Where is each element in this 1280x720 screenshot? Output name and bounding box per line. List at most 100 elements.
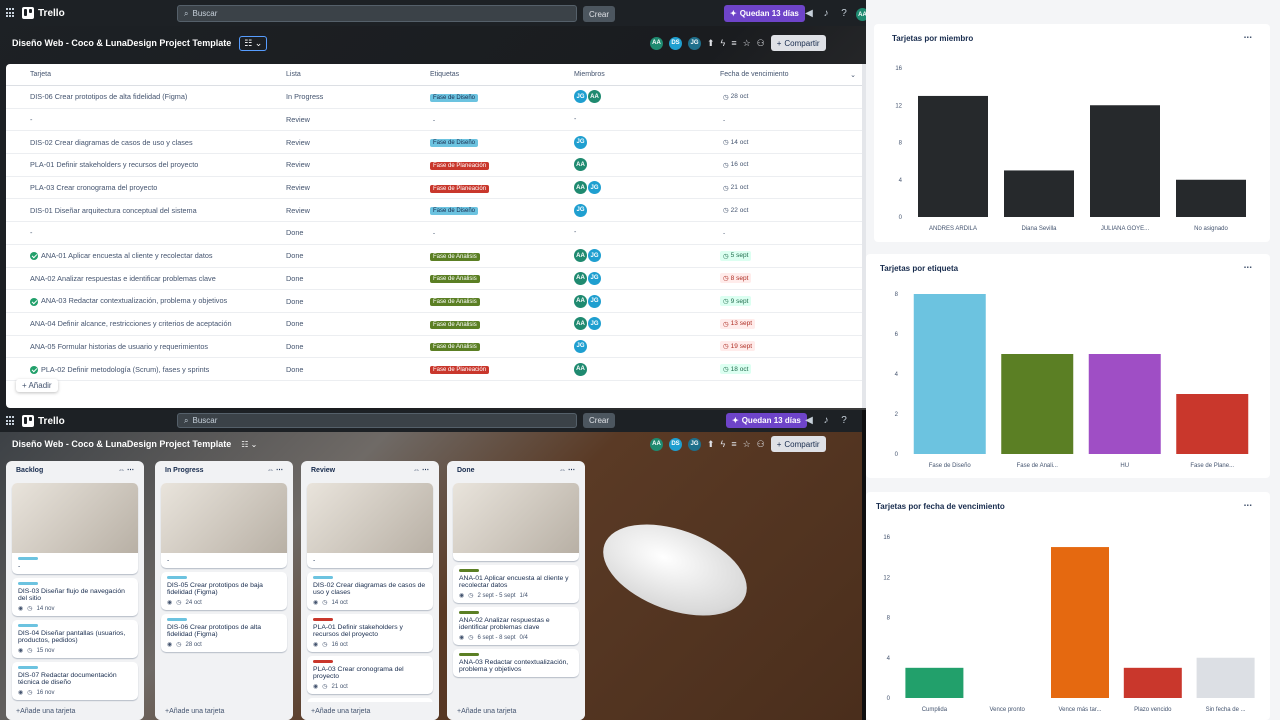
label-badge[interactable]: Fase de Analisis: [430, 343, 480, 352]
list-title[interactable]: Done: [457, 467, 475, 474]
megaphone-icon[interactable]: ◀: [803, 415, 815, 427]
due-date[interactable]: ◷ 19 sept: [720, 341, 755, 352]
member-avatar[interactable]: JG: [688, 437, 701, 451]
list-column[interactable]: In Progress ⇔ ⋯ - DIS-05 Crear prototipos d…: [155, 461, 293, 720]
bell-icon[interactable]: ♪: [820, 415, 832, 427]
chart-bar[interactable]: [918, 95, 988, 217]
member-avatar[interactable]: JG: [588, 181, 601, 195]
due-date[interactable]: 14 nov: [37, 606, 55, 612]
list-menu-icon[interactable]: ⇔ ⋯: [559, 466, 575, 474]
due-date[interactable]: ◷ 28 oct: [720, 92, 751, 102]
label-badge[interactable]: Fase de Planeación: [430, 366, 490, 375]
add-card-button[interactable]: + Añade una tarjeta: [301, 702, 439, 720]
due-date[interactable]: ◷ 16 oct: [720, 160, 751, 170]
due-date[interactable]: 2 sept - 5 sept: [478, 593, 516, 599]
chart-bar[interactable]: [913, 294, 986, 454]
card-name[interactable]: DIS-02 Crear diagramas de casos de uso y…: [30, 138, 193, 147]
share-button[interactable]: + Compartir: [770, 436, 826, 452]
chart-bar[interactable]: [1001, 354, 1074, 454]
list-header[interactable]: In Progress ⇔ ⋯: [155, 461, 293, 479]
col-header[interactable]: Tarjeta: [30, 71, 51, 78]
label-badge[interactable]: Fase de Diseño: [430, 207, 479, 216]
chart-bar[interactable]: [1051, 547, 1109, 698]
add-card-button[interactable]: + Añade una tarjeta: [447, 702, 585, 720]
chart-bar[interactable]: [1176, 394, 1249, 454]
list-title[interactable]: In Progress: [165, 467, 204, 474]
chart-bar[interactable]: [1090, 105, 1160, 217]
help-icon[interactable]: ?: [838, 415, 850, 427]
list-column[interactable]: Done ⇔ ⋯ ANA-01 Aplicar encuesta al client…: [447, 461, 585, 720]
due-date[interactable]: ◷ 14 oct: [720, 137, 751, 147]
label-badge[interactable]: Fase de Diseño: [430, 93, 479, 102]
member-avatar[interactable]: DS: [669, 36, 682, 50]
member-avatar[interactable]: AA: [650, 36, 663, 50]
due-date[interactable]: -: [720, 116, 728, 125]
kanban-card[interactable]: -: [12, 483, 138, 574]
trello-logo[interactable]: Trello: [22, 7, 65, 19]
megaphone-icon[interactable]: ◀: [803, 8, 815, 20]
filter-icon[interactable]: ≡: [731, 38, 736, 48]
due-date[interactable]: 14 oct: [332, 600, 348, 606]
help-icon[interactable]: ?: [838, 8, 850, 20]
kanban-card[interactable]: -: [307, 483, 433, 568]
chart-bar[interactable]: [1123, 667, 1182, 698]
filter-icon[interactable]: ≡: [731, 439, 736, 449]
kanban-card[interactable]: DIS-03 Diseñar flujo de navegación del s…: [12, 578, 138, 616]
kanban-card[interactable]: PLA-01 Definir stakeholders y recursos d…: [307, 614, 433, 652]
add-button[interactable]: + Añadir: [16, 379, 58, 392]
automation-icon[interactable]: ϟ: [721, 38, 726, 48]
member-avatar[interactable]: JG: [574, 339, 587, 353]
col-header[interactable]: Miembros: [574, 71, 605, 78]
label-badge[interactable]: Fase de Diseño: [430, 139, 479, 148]
view-switcher[interactable]: ☷ ⌄: [239, 35, 268, 51]
member-avatar[interactable]: AA: [574, 158, 587, 172]
member-avatar[interactable]: JG: [588, 317, 601, 331]
label-badge[interactable]: Fase de Planeación: [430, 184, 490, 193]
label-badge[interactable]: Fase de Analisis: [430, 298, 480, 307]
trial-badge[interactable]: ✦ Quedan 13 días: [724, 5, 805, 22]
card-name[interactable]: -: [30, 115, 32, 124]
people-icon[interactable]: ⚇: [757, 439, 765, 450]
list-header[interactable]: Review ⇔ ⋯: [301, 461, 439, 479]
board-title[interactable]: Diseño Web - Coco & LunaDesign Project T…: [12, 38, 231, 48]
member-avatar[interactable]: AA: [574, 317, 587, 331]
chart-bar[interactable]: [1196, 657, 1255, 698]
card-name[interactable]: -: [30, 228, 32, 237]
search-input[interactable]: ⌕ Buscar: [177, 413, 577, 428]
chevron-down-icon[interactable]: ⌄: [850, 71, 856, 79]
due-date[interactable]: ◷ 5 sept: [720, 250, 752, 261]
people-icon[interactable]: ⚇: [757, 38, 765, 49]
list-menu-icon[interactable]: ⇔ ⋯: [413, 466, 429, 474]
due-date[interactable]: ◷ 13 sept: [720, 318, 755, 329]
kanban-card[interactable]: DIS-02 Crear diagramas de casos de uso y…: [307, 572, 433, 610]
due-date[interactable]: ◷ 18 oct: [720, 364, 752, 375]
member-avatar[interactable]: AA: [574, 294, 587, 308]
due-date[interactable]: ◷ 22 oct: [720, 205, 751, 215]
due-date[interactable]: 28 oct: [186, 642, 202, 648]
list-menu-icon[interactable]: ⇔ ⋯: [267, 466, 283, 474]
label-badge[interactable]: -: [430, 117, 438, 125]
due-date[interactable]: 15 nov: [37, 648, 55, 654]
label-badge[interactable]: Fase de Planeación: [430, 161, 490, 170]
table-row[interactable]: - Review - - -: [6, 109, 866, 132]
member-avatar[interactable]: AA: [574, 181, 587, 195]
due-date[interactable]: ◷ 8 sept: [720, 273, 752, 284]
list-header[interactable]: Done ⇔ ⋯: [447, 461, 585, 479]
kanban-card[interactable]: DIS-06 Crear prototipos de alta fidelida…: [161, 614, 287, 652]
kanban-card[interactable]: ANA-01 Aplicar encuesta al cliente y rec…: [453, 565, 579, 603]
chart-bar[interactable]: [905, 667, 964, 698]
table-row[interactable]: DIS-06 Crear prototipos de alta fidelida…: [6, 86, 866, 109]
table-row[interactable]: DIS-02 Crear diagramas de casos de uso y…: [6, 131, 866, 155]
member-avatar[interactable]: AA: [574, 362, 587, 376]
power-up-icon[interactable]: ⬆: [707, 38, 715, 49]
label-badge[interactable]: Fase de Analisis: [430, 252, 480, 261]
card-name[interactable]: ANA-02 Analizar respuestas e identificar…: [30, 274, 216, 283]
table-row[interactable]: ANA-03 Redactar contextualización, probl…: [6, 290, 866, 313]
member-avatar[interactable]: JG: [588, 249, 601, 263]
create-button[interactable]: Crear: [583, 6, 616, 22]
member-avatar[interactable]: JG: [574, 203, 587, 217]
due-date[interactable]: ◷ 9 sept: [720, 296, 752, 307]
list-title[interactable]: Review: [311, 467, 335, 474]
member-avatar[interactable]: AA: [574, 271, 587, 285]
table-row[interactable]: ANA-02 Analizar respuestas e identificar…: [6, 268, 866, 291]
